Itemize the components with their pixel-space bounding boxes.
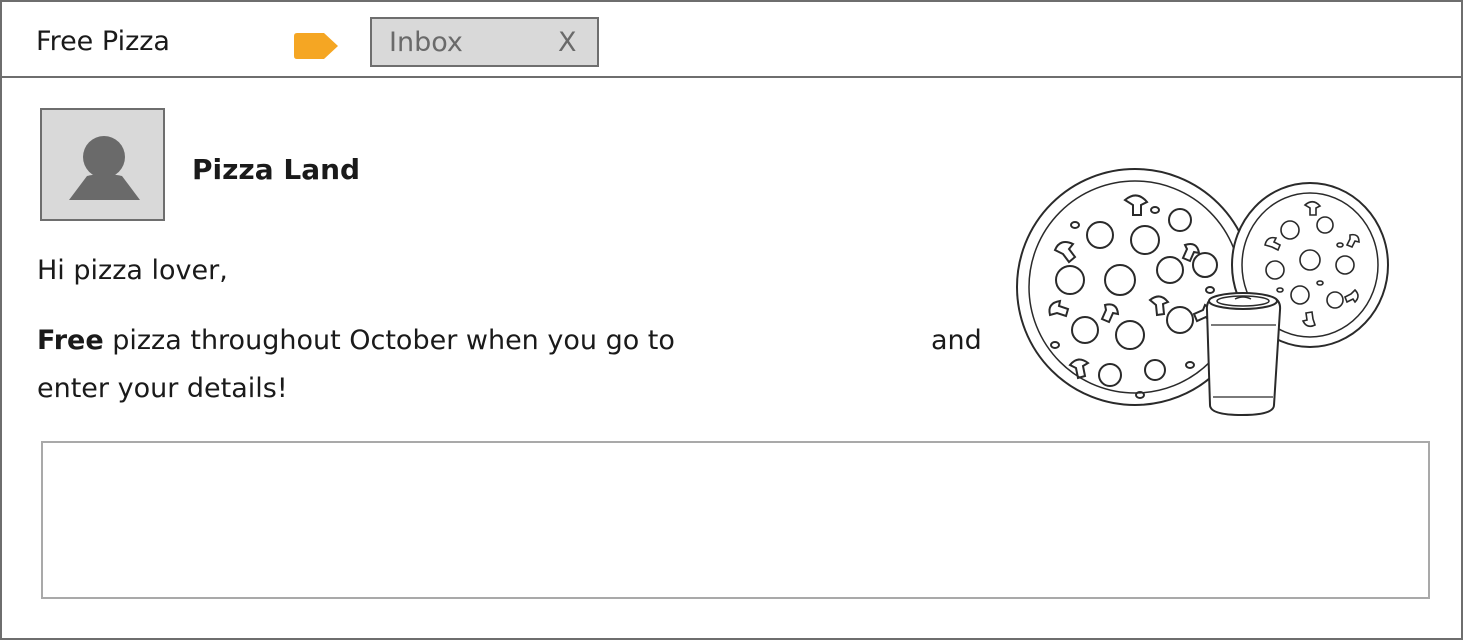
inbox-folder-chip[interactable]: Inbox X <box>370 17 599 67</box>
body-line-1-text: pizza throughout October when you go to <box>103 325 675 356</box>
person-icon <box>69 136 140 200</box>
email-body-line-2: enter your details! <box>37 373 288 404</box>
email-subject: Free Pizza <box>36 26 170 57</box>
free-emphasis: Free <box>37 325 104 356</box>
answer-input-box[interactable] <box>41 441 1430 599</box>
close-icon[interactable]: X <box>558 28 577 58</box>
email-body-line-1: Free pizza throughout October when you g… <box>37 323 675 359</box>
avatar <box>40 108 165 221</box>
pizza-and-drink-illustration-icon <box>1016 168 1389 417</box>
body-line-1-end: and <box>931 325 982 356</box>
email-greeting: Hi pizza lover, <box>37 255 228 286</box>
label-tag-icon[interactable] <box>294 33 338 59</box>
inbox-chip-label: Inbox <box>389 27 463 58</box>
email-header-bar: Free Pizza Inbox X <box>0 0 1463 78</box>
sender-name: Pizza Land <box>192 153 361 186</box>
